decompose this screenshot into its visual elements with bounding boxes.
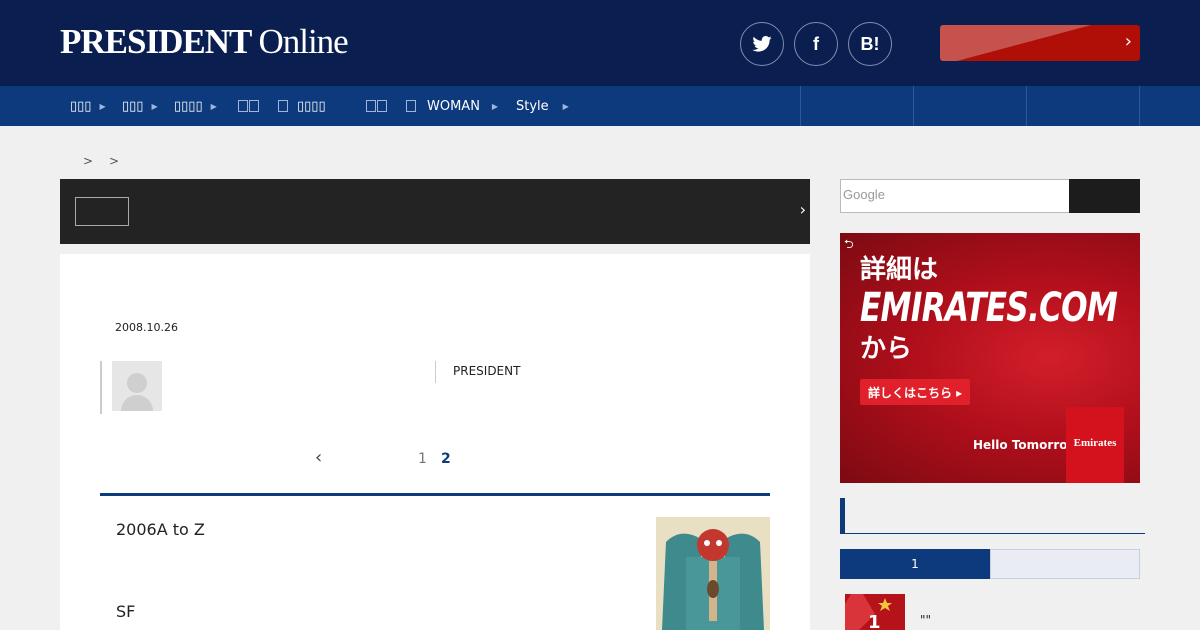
- caret-right-icon: ▶: [562, 101, 569, 111]
- ranking-heading: [840, 498, 1145, 534]
- author-divider: [100, 361, 102, 414]
- publisher-divider: [435, 361, 436, 383]
- nav-item-4[interactable]: [238, 86, 260, 126]
- caret-right-icon: ▶: [99, 101, 106, 111]
- search-button[interactable]: [1069, 179, 1140, 213]
- main-nav: ▯▯▯ ▶ ▯▯▯ ▶ ▯▯▯▯ ▶ ▯▯▯▯ WOMAN ▶ Style ▶: [0, 86, 1200, 126]
- breadcrumb-separator: >: [83, 154, 94, 168]
- ad-domain: EMIRATES.COM: [860, 285, 1118, 331]
- search-input[interactable]: Google: [840, 179, 1070, 213]
- article-photo: [656, 517, 770, 630]
- author-avatar[interactable]: [112, 361, 162, 411]
- nav-divider: [1139, 86, 1140, 126]
- nav-item-2[interactable]: ▯▯▯ ▶: [122, 86, 158, 126]
- nav-glyph-icon: [406, 100, 416, 112]
- caret-right-icon: ▶: [210, 101, 217, 111]
- facebook-share-button[interactable]: f: [794, 22, 838, 66]
- nav-glyph-icon: [377, 100, 387, 112]
- page-2-current: 2: [441, 451, 451, 467]
- nav-glyph-icon: [238, 100, 248, 112]
- logo-president: PRESIDENT: [60, 22, 252, 61]
- nav-glyph-icon: [249, 100, 259, 112]
- ranking-tab-active[interactable]: 1: [840, 549, 990, 579]
- facebook-icon: f: [813, 33, 819, 54]
- site-logo[interactable]: PRESIDENT Online: [60, 22, 349, 62]
- article-divider: [100, 493, 770, 496]
- subscribe-highlight: [940, 25, 1140, 61]
- caret-right-icon: ▶: [491, 101, 499, 111]
- nav-divider: [1026, 86, 1027, 126]
- chevron-right-icon: ›: [1124, 31, 1132, 52]
- ranking-tab-inactive[interactable]: [990, 549, 1140, 579]
- nav-divider: [800, 86, 801, 126]
- nav-divider: [913, 86, 914, 126]
- nav-item-label: WOMAN: [427, 98, 480, 114]
- ad-headline: 詳細は: [860, 255, 939, 285]
- article-text: 2006A to Z: [116, 520, 205, 539]
- prev-page-button[interactable]: ‹: [315, 447, 322, 468]
- emirates-ad[interactable]: ⮌ 詳細は EMIRATES.COM から 詳しくはこちら ▸ Hello To…: [840, 233, 1140, 483]
- nav-item-label: ▯▯▯▯: [297, 98, 326, 114]
- emirates-logo: Emirates: [1066, 407, 1124, 483]
- article-text: SF: [116, 602, 136, 621]
- nav-glyph-icon: [366, 100, 376, 112]
- nav-item-6[interactable]: [366, 86, 388, 126]
- avatar-head: [127, 373, 147, 393]
- ad-choices-icon[interactable]: ⮌: [844, 235, 854, 256]
- twitter-icon: [752, 36, 772, 52]
- caret-right-icon: ▶: [151, 101, 158, 111]
- nav-glyph-icon: [278, 100, 288, 112]
- sculpture-image: [656, 517, 770, 630]
- hatena-icon: B!: [860, 33, 880, 54]
- nav-item-5[interactable]: ▯▯▯▯: [278, 86, 326, 126]
- logo-online: Online: [258, 22, 348, 61]
- page-1-link[interactable]: 1: [418, 451, 427, 467]
- avatar-body: [121, 395, 153, 411]
- nav-item-label: ▯▯▯: [70, 98, 92, 114]
- publisher-name[interactable]: PRESIDENT: [453, 364, 520, 378]
- nav-item-woman[interactable]: WOMAN ▶: [406, 86, 498, 126]
- ad-tagline: Hello Tomorrow: [973, 438, 1079, 452]
- twitter-share-button[interactable]: [740, 22, 784, 66]
- site-header: PRESIDENT Online f B! ›: [0, 0, 1200, 86]
- nav-item-label: ▯▯▯: [122, 98, 144, 114]
- chevron-right-icon: ›: [799, 200, 806, 219]
- article-card: 2008.10.26 PRESIDENT ‹ 1 2 2006A to Z SF: [60, 254, 810, 630]
- nav-item-label: Style: [516, 98, 549, 114]
- nav-item-1[interactable]: ▯▯▯ ▶: [70, 86, 106, 126]
- subscribe-button[interactable]: ›: [940, 25, 1140, 61]
- article-date: 2008.10.26: [115, 321, 178, 334]
- nav-item-label: ▯▯▯▯: [174, 98, 203, 114]
- nav-item-3[interactable]: ▯▯▯▯ ▶: [174, 86, 217, 126]
- ad-cta-button[interactable]: 詳しくはこちら ▸: [860, 379, 971, 405]
- ranking-number: 1: [868, 612, 881, 630]
- ranking-title[interactable]: "": [920, 613, 931, 627]
- nav-item-style[interactable]: Style ▶: [516, 86, 569, 126]
- ad-headline-end: から: [860, 334, 913, 364]
- breadcrumb-separator: >: [109, 154, 120, 168]
- hatena-bookmark-button[interactable]: B!: [848, 22, 892, 66]
- series-banner[interactable]: ›: [60, 179, 810, 244]
- series-label-box: [75, 197, 129, 226]
